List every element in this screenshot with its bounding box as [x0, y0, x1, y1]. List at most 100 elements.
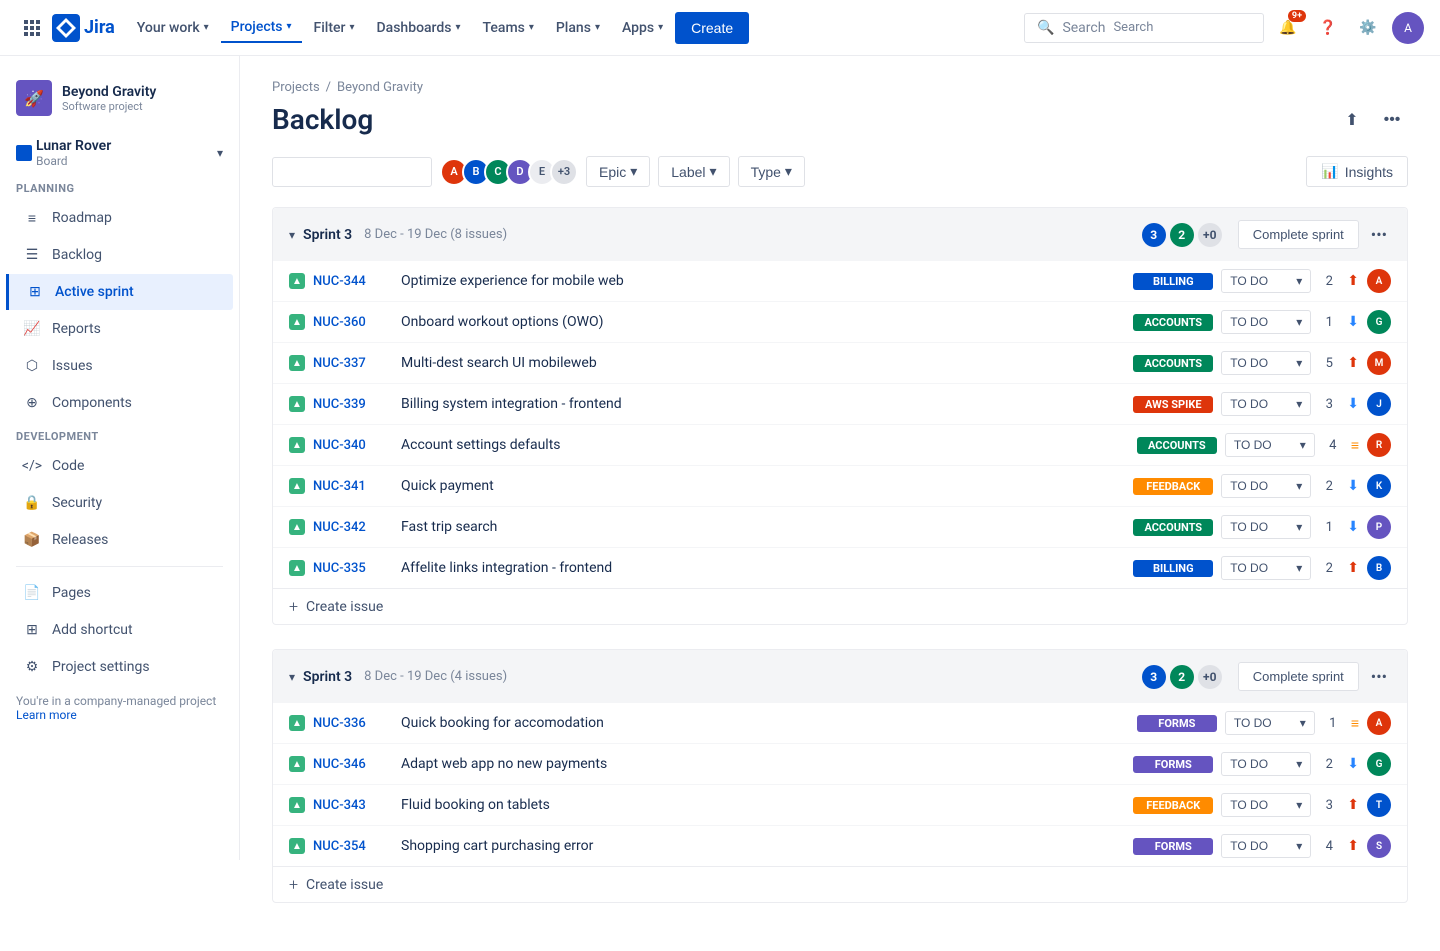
table-row[interactable]: ▲ NUC-344 Optimize experience for mobile…: [273, 261, 1407, 302]
assignee-avatar[interactable]: M: [1367, 351, 1391, 375]
table-row[interactable]: ▲ NUC-335 Affelite links integration - f…: [273, 548, 1407, 588]
table-row[interactable]: ▲ NUC-360 Onboard workout options (OWO) …: [273, 302, 1407, 343]
sidebar-item-releases[interactable]: 📦 Releases: [6, 522, 233, 558]
insights-button[interactable]: 📊 Insights: [1306, 156, 1408, 187]
assignee-avatar[interactable]: K: [1367, 474, 1391, 498]
sprint-more-button-2[interactable]: •••: [1367, 663, 1391, 690]
issue-label[interactable]: FORMS: [1137, 715, 1217, 732]
epic-filter-button[interactable]: Epic ▾: [586, 156, 650, 187]
user-avatar[interactable]: A: [1392, 12, 1424, 44]
sidebar-item-project-settings[interactable]: ⚙ Project settings: [6, 649, 233, 685]
assignee-avatar[interactable]: B: [1367, 556, 1391, 580]
status-button[interactable]: TO DO ▾: [1221, 351, 1311, 375]
issue-key[interactable]: NUC-335: [313, 561, 393, 576]
issue-key[interactable]: NUC-360: [313, 315, 393, 330]
issue-key[interactable]: NUC-354: [313, 839, 393, 854]
issue-key[interactable]: NUC-343: [313, 798, 393, 813]
nav-dashboards[interactable]: Dashboards ▾: [367, 14, 471, 42]
nav-filter[interactable]: Filter ▾: [304, 14, 365, 42]
sidebar-item-backlog[interactable]: ☰ Backlog: [6, 237, 233, 273]
nav-teams[interactable]: Teams ▾: [473, 14, 544, 42]
create-button[interactable]: Create: [675, 12, 749, 44]
settings-button[interactable]: ⚙️: [1352, 12, 1384, 44]
assignee-avatar[interactable]: J: [1367, 392, 1391, 416]
create-issue-sprint2[interactable]: + Create issue: [273, 866, 1407, 902]
issue-label[interactable]: FEEDBACK: [1133, 478, 1213, 495]
status-button[interactable]: TO DO ▾: [1221, 474, 1311, 498]
issue-key[interactable]: NUC-344: [313, 274, 393, 289]
breadcrumb-project-name[interactable]: Beyond Gravity: [337, 80, 423, 95]
sidebar-item-reports[interactable]: 📈 Reports: [6, 311, 233, 347]
issue-key[interactable]: NUC-339: [313, 397, 393, 412]
nav-your-work[interactable]: Your work ▾: [127, 14, 219, 42]
issue-key[interactable]: NUC-346: [313, 757, 393, 772]
assignee-avatar[interactable]: R: [1367, 433, 1391, 457]
issue-label[interactable]: BILLING: [1133, 273, 1213, 290]
sidebar-item-add-shortcut[interactable]: ⊞ Add shortcut: [6, 612, 233, 648]
issue-key[interactable]: NUC-341: [313, 479, 393, 494]
issue-label[interactable]: AWS SPIKE: [1133, 396, 1213, 413]
table-row[interactable]: ▲ NUC-346 Adapt web app no new payments …: [273, 744, 1407, 785]
status-button[interactable]: TO DO ▾: [1221, 834, 1311, 858]
nav-apps[interactable]: Apps ▾: [612, 14, 673, 42]
jira-logo[interactable]: Jira: [52, 14, 115, 42]
sidebar-item-components[interactable]: ⊕ Components: [6, 385, 233, 421]
label-filter-button[interactable]: Label ▾: [658, 156, 729, 187]
create-issue-sprint1[interactable]: + Create issue: [273, 588, 1407, 624]
learn-more-link[interactable]: Learn more: [16, 708, 77, 722]
table-row[interactable]: ▲ NUC-341 Quick payment FEEDBACK TO DO ▾…: [273, 466, 1407, 507]
assignee-avatar[interactable]: A: [1367, 711, 1391, 735]
complete-sprint-button-2[interactable]: Complete sprint: [1238, 662, 1359, 691]
issue-label[interactable]: ACCOUNTS: [1137, 437, 1217, 454]
complete-sprint-button-1[interactable]: Complete sprint: [1238, 220, 1359, 249]
nav-projects[interactable]: Projects ▾: [221, 13, 302, 43]
status-button[interactable]: TO DO ▾: [1221, 392, 1311, 416]
status-button[interactable]: TO DO ▾: [1225, 433, 1315, 457]
sidebar-item-pages[interactable]: 📄 Pages: [6, 575, 233, 611]
avatar-filter-more[interactable]: +3: [550, 158, 578, 186]
breadcrumb-projects[interactable]: Projects: [272, 80, 320, 95]
issue-label[interactable]: FORMS: [1133, 838, 1213, 855]
table-row[interactable]: ▲ NUC-340 Account settings defaults ACCO…: [273, 425, 1407, 466]
assignee-avatar[interactable]: G: [1367, 752, 1391, 776]
issue-label[interactable]: ACCOUNTS: [1133, 314, 1213, 331]
status-button[interactable]: TO DO ▾: [1225, 711, 1315, 735]
sidebar-item-security[interactable]: 🔒 Security: [6, 485, 233, 521]
sidebar-item-issues[interactable]: ⬡ Issues: [6, 348, 233, 384]
issue-key[interactable]: NUC-340: [313, 438, 393, 453]
table-row[interactable]: ▲ NUC-339 Billing system integration - f…: [273, 384, 1407, 425]
issue-key[interactable]: NUC-337: [313, 356, 393, 371]
issue-label[interactable]: ACCOUNTS: [1133, 519, 1213, 536]
nav-plans[interactable]: Plans ▾: [546, 14, 610, 42]
backlog-search-input[interactable]: [272, 157, 432, 187]
issue-label[interactable]: ACCOUNTS: [1133, 355, 1213, 372]
table-row[interactable]: ▲ NUC-343 Fluid booking on tablets FEEDB…: [273, 785, 1407, 826]
sidebar-item-code[interactable]: </> Code: [6, 448, 233, 484]
table-row[interactable]: ▲ NUC-337 Multi-dest search UI mobileweb…: [273, 343, 1407, 384]
sidebar-item-active-sprint[interactable]: ⊞ Active sprint: [6, 274, 233, 310]
board-selector[interactable]: Lunar Rover Board ▾: [0, 132, 239, 174]
assignee-avatar[interactable]: P: [1367, 515, 1391, 539]
status-button[interactable]: TO DO ▾: [1221, 556, 1311, 580]
assignee-avatar[interactable]: T: [1367, 793, 1391, 817]
issue-label[interactable]: FORMS: [1133, 756, 1213, 773]
sprint-more-button-1[interactable]: •••: [1367, 221, 1391, 248]
issue-label[interactable]: FEEDBACK: [1133, 797, 1213, 814]
assignee-avatar[interactable]: S: [1367, 834, 1391, 858]
search-box[interactable]: 🔍 Search Search: [1024, 13, 1264, 43]
issue-label[interactable]: BILLING: [1133, 560, 1213, 577]
sidebar-item-roadmap[interactable]: ≡ Roadmap: [6, 200, 233, 236]
type-filter-button[interactable]: Type ▾: [738, 156, 805, 187]
status-button[interactable]: TO DO ▾: [1221, 752, 1311, 776]
assignee-avatar[interactable]: G: [1367, 310, 1391, 334]
status-button[interactable]: TO DO ▾: [1221, 310, 1311, 334]
sprint-collapse-icon[interactable]: ▾: [289, 670, 295, 684]
status-button[interactable]: TO DO ▾: [1221, 793, 1311, 817]
share-button[interactable]: ⬆: [1336, 104, 1368, 136]
table-row[interactable]: ▲ NUC-336 Quick booking for accomodation…: [273, 703, 1407, 744]
table-row[interactable]: ▲ NUC-342 Fast trip search ACCOUNTS TO D…: [273, 507, 1407, 548]
help-button[interactable]: ❓: [1312, 12, 1344, 44]
notifications-button[interactable]: 🔔 9+: [1272, 12, 1304, 44]
issue-key[interactable]: NUC-342: [313, 520, 393, 535]
grid-icon[interactable]: [16, 12, 48, 44]
